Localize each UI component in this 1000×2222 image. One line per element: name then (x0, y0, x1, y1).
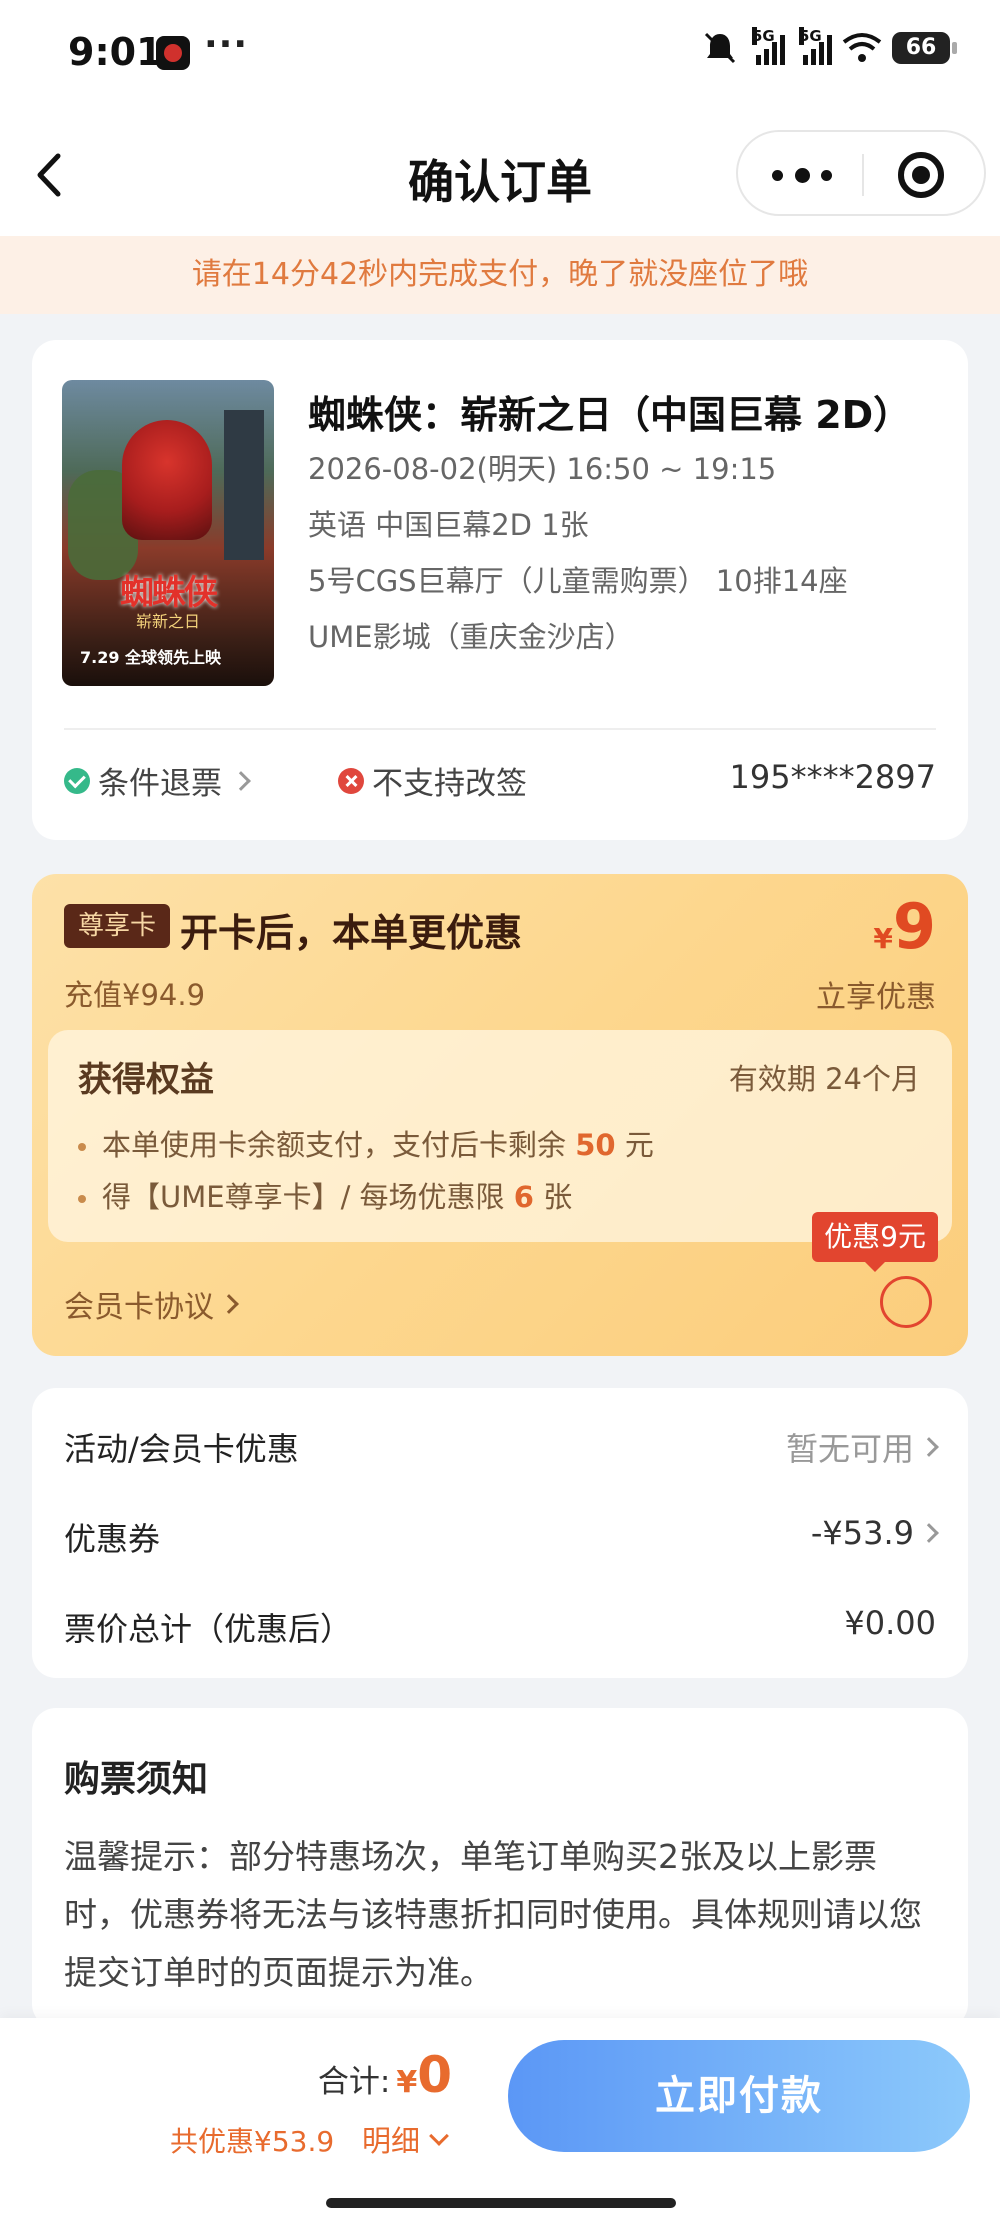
activity-discount-row[interactable]: 活动/会员卡优惠 暂无可用 (64, 1424, 939, 1468)
status-time: 9:01 (68, 30, 163, 74)
member-card-radio[interactable] (880, 1276, 932, 1328)
hall-seat: 5号CGS巨幕厅（儿童需购票） 10排14座 (308, 564, 848, 598)
signal-icon: 5G (748, 27, 785, 65)
poster-title: 蜘蛛侠 (120, 573, 218, 613)
divider (64, 728, 936, 730)
member-save-label: 立享优惠 (816, 980, 936, 1015)
validity-period: 有效期 24个月 (728, 1062, 920, 1096)
phone-number: 195****2897 (729, 758, 936, 796)
language-format: 英语 中国巨幕2D 1张 (308, 508, 589, 542)
change-policy-label: 不支持改签 (372, 766, 527, 802)
chevron-right-icon (919, 1437, 939, 1457)
close-mini-program-icon[interactable] (898, 152, 944, 198)
chevron-right-icon (919, 1523, 939, 1543)
member-card-offer[interactable]: 尊享卡 开卡后，本单更优惠 充值¥94.9 ¥9 立享优惠 获得权益 有效期 2… (32, 874, 968, 1356)
checkout-bar: 合计: ¥0 共优惠¥53.9 明细 立即付款 (0, 2018, 1000, 2222)
home-indicator[interactable] (326, 2198, 676, 2208)
cross-icon (338, 767, 364, 794)
app-notification-icon (156, 36, 190, 70)
battery-icon: 66 (892, 32, 957, 64)
order-total: 合计: ¥0 (317, 2046, 452, 2104)
pay-now-button[interactable]: 立即付款 (508, 2040, 970, 2152)
change-policy: 不支持改签 (338, 758, 527, 803)
movie-poster: 蜘蛛侠 崭新之日 7.29 全球领先上映 (62, 380, 274, 686)
nav-header: 确认订单 (0, 110, 1000, 236)
movie-title: 蜘蛛侠：崭新之日（中国巨幕 2D） (308, 393, 912, 437)
more-notifications-icon: ··· (204, 24, 249, 65)
notice-title: 购票须知 (64, 1759, 209, 1800)
member-agreement-link[interactable]: 会员卡协议 (64, 1282, 239, 1326)
member-save-amount: ¥9 (873, 890, 936, 963)
signal-icon-2: 5G (795, 27, 832, 65)
movie-order-card: 蜘蛛侠 崭新之日 7.29 全球领先上映 蜘蛛侠：崭新之日（中国巨幕 2D） 2… (32, 340, 968, 840)
notice-text: 温馨提示：部分特惠场次，单笔订单购买2张及以上影票时，优惠券将无法与该特惠折扣同… (64, 1837, 922, 1992)
check-icon (64, 767, 90, 794)
total-price-row: 票价总计（优惠后） ¥0.00 (64, 1604, 936, 1648)
wifi-icon (842, 33, 882, 62)
cinema-name: UME影城（重庆金沙店） (308, 620, 634, 654)
benefit-box: 获得权益 有效期 24个月 本单使用卡余额支付，支付后卡剩余 50 元 得【UM… (48, 1030, 952, 1242)
price-detail-toggle[interactable]: 明细 (362, 2118, 449, 2160)
refund-policy-link[interactable]: 条件退票 (64, 758, 251, 803)
price-summary-card: 活动/会员卡优惠 暂无可用 优惠券 -¥53.9 票价总计（优惠后） ¥0.00 (32, 1388, 968, 1678)
mute-icon (704, 32, 736, 64)
member-offer-title: 开卡后，本单更优惠 (180, 911, 523, 955)
more-menu-icon[interactable] (772, 160, 832, 190)
coupon-row[interactable]: 优惠券 -¥53.9 (64, 1514, 939, 1558)
status-bar: 9:01 ··· 5G 5G 66 (0, 0, 1000, 110)
recharge-amount: 充值¥94.9 (64, 978, 206, 1012)
benefit-item: 本单使用卡余额支付，支付后卡剩余 50 元 (78, 1122, 654, 1164)
poster-date: 7.29 全球领先上映 (80, 648, 222, 667)
discount-tag: 优惠9元 (812, 1212, 938, 1272)
showtime: 2026-08-02(明天) 16:50 ~ 19:15 (308, 452, 777, 486)
refund-policy-label: 条件退票 (98, 766, 222, 802)
chevron-right-icon (219, 1294, 239, 1314)
capsule-divider (862, 154, 864, 196)
poster-subtitle: 崭新之日 (135, 612, 200, 631)
vip-badge: 尊享卡 (64, 904, 171, 948)
benefit-item: 得【UME尊享卡】/ 每场优惠限 6 张 (78, 1174, 572, 1216)
benefit-title: 获得权益 (78, 1060, 214, 1100)
mini-program-capsule (736, 130, 986, 216)
purchase-notice-card: 购票须知 温馨提示：部分特惠场次，单笔订单购买2张及以上影票时，优惠券将无法与该… (32, 1708, 968, 2028)
total-saved: 共优惠¥53.9 (170, 2125, 335, 2158)
chevron-down-icon (429, 2126, 449, 2146)
payment-countdown-banner: 请在14分42秒内完成支付，晚了就没座位了哦 (0, 236, 1000, 314)
chevron-right-icon (231, 770, 251, 791)
